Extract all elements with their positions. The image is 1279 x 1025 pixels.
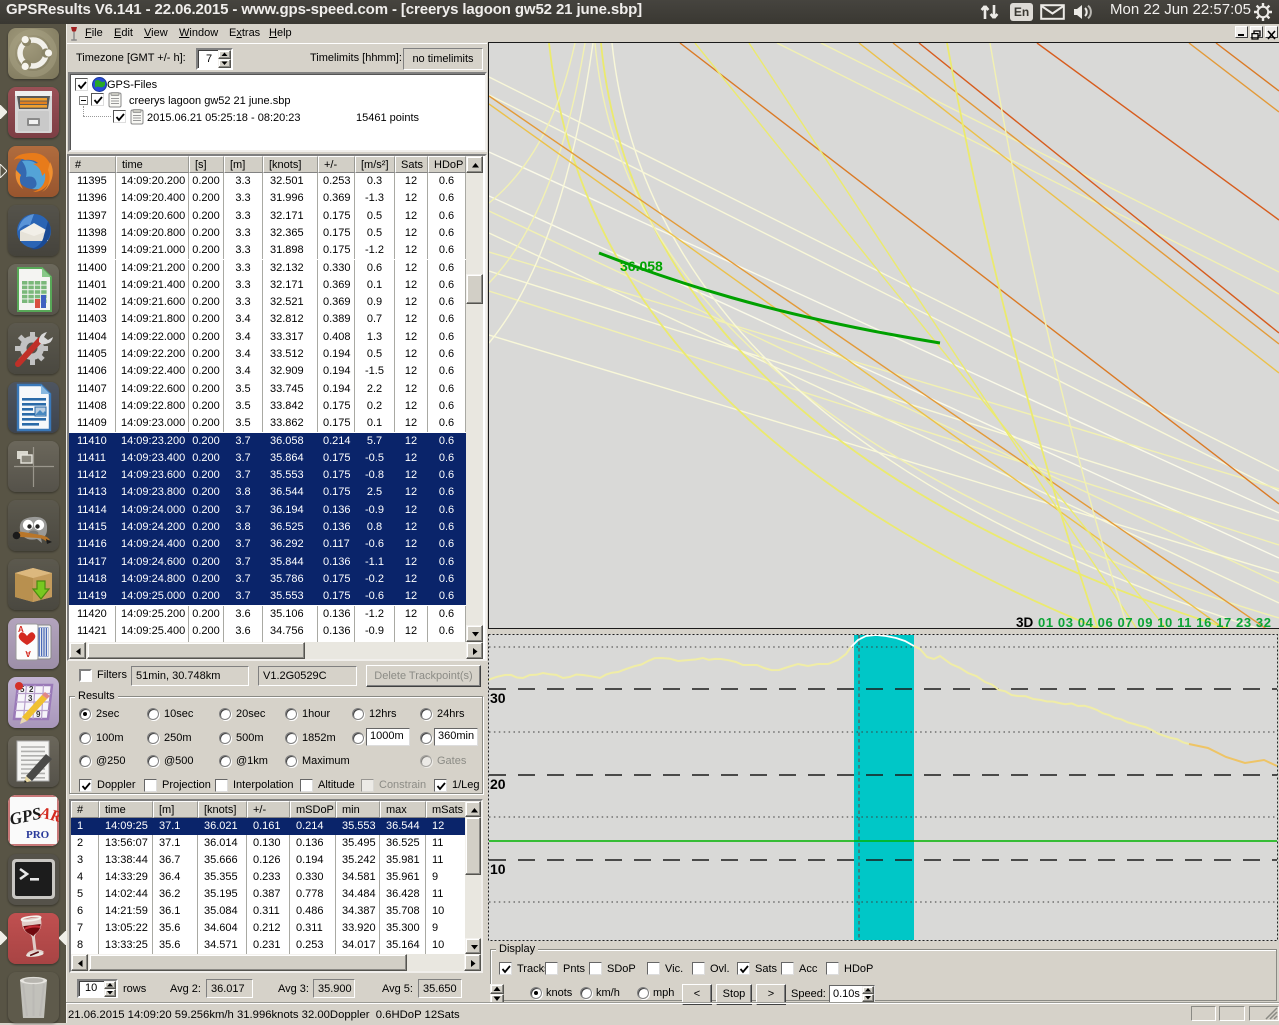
svg-text:A: A [18, 625, 24, 634]
svg-text:2: 2 [29, 685, 34, 694]
svg-text:A: A [25, 649, 31, 658]
svg-text:3: 3 [28, 694, 33, 703]
svg-text:01 03 04 06 07 09 10 11 16 17: 01 03 04 06 07 09 10 11 16 17 23 32 [1038, 615, 1272, 628]
svg-text:9: 9 [36, 710, 41, 719]
svg-text:10: 10 [490, 861, 506, 877]
svg-text:20: 20 [490, 776, 506, 792]
svg-text:3D: 3D [1016, 615, 1034, 628]
svg-text:36.058: 36.058 [620, 258, 663, 274]
svg-text:PRO: PRO [26, 829, 50, 841]
svg-text:30: 30 [490, 690, 506, 706]
